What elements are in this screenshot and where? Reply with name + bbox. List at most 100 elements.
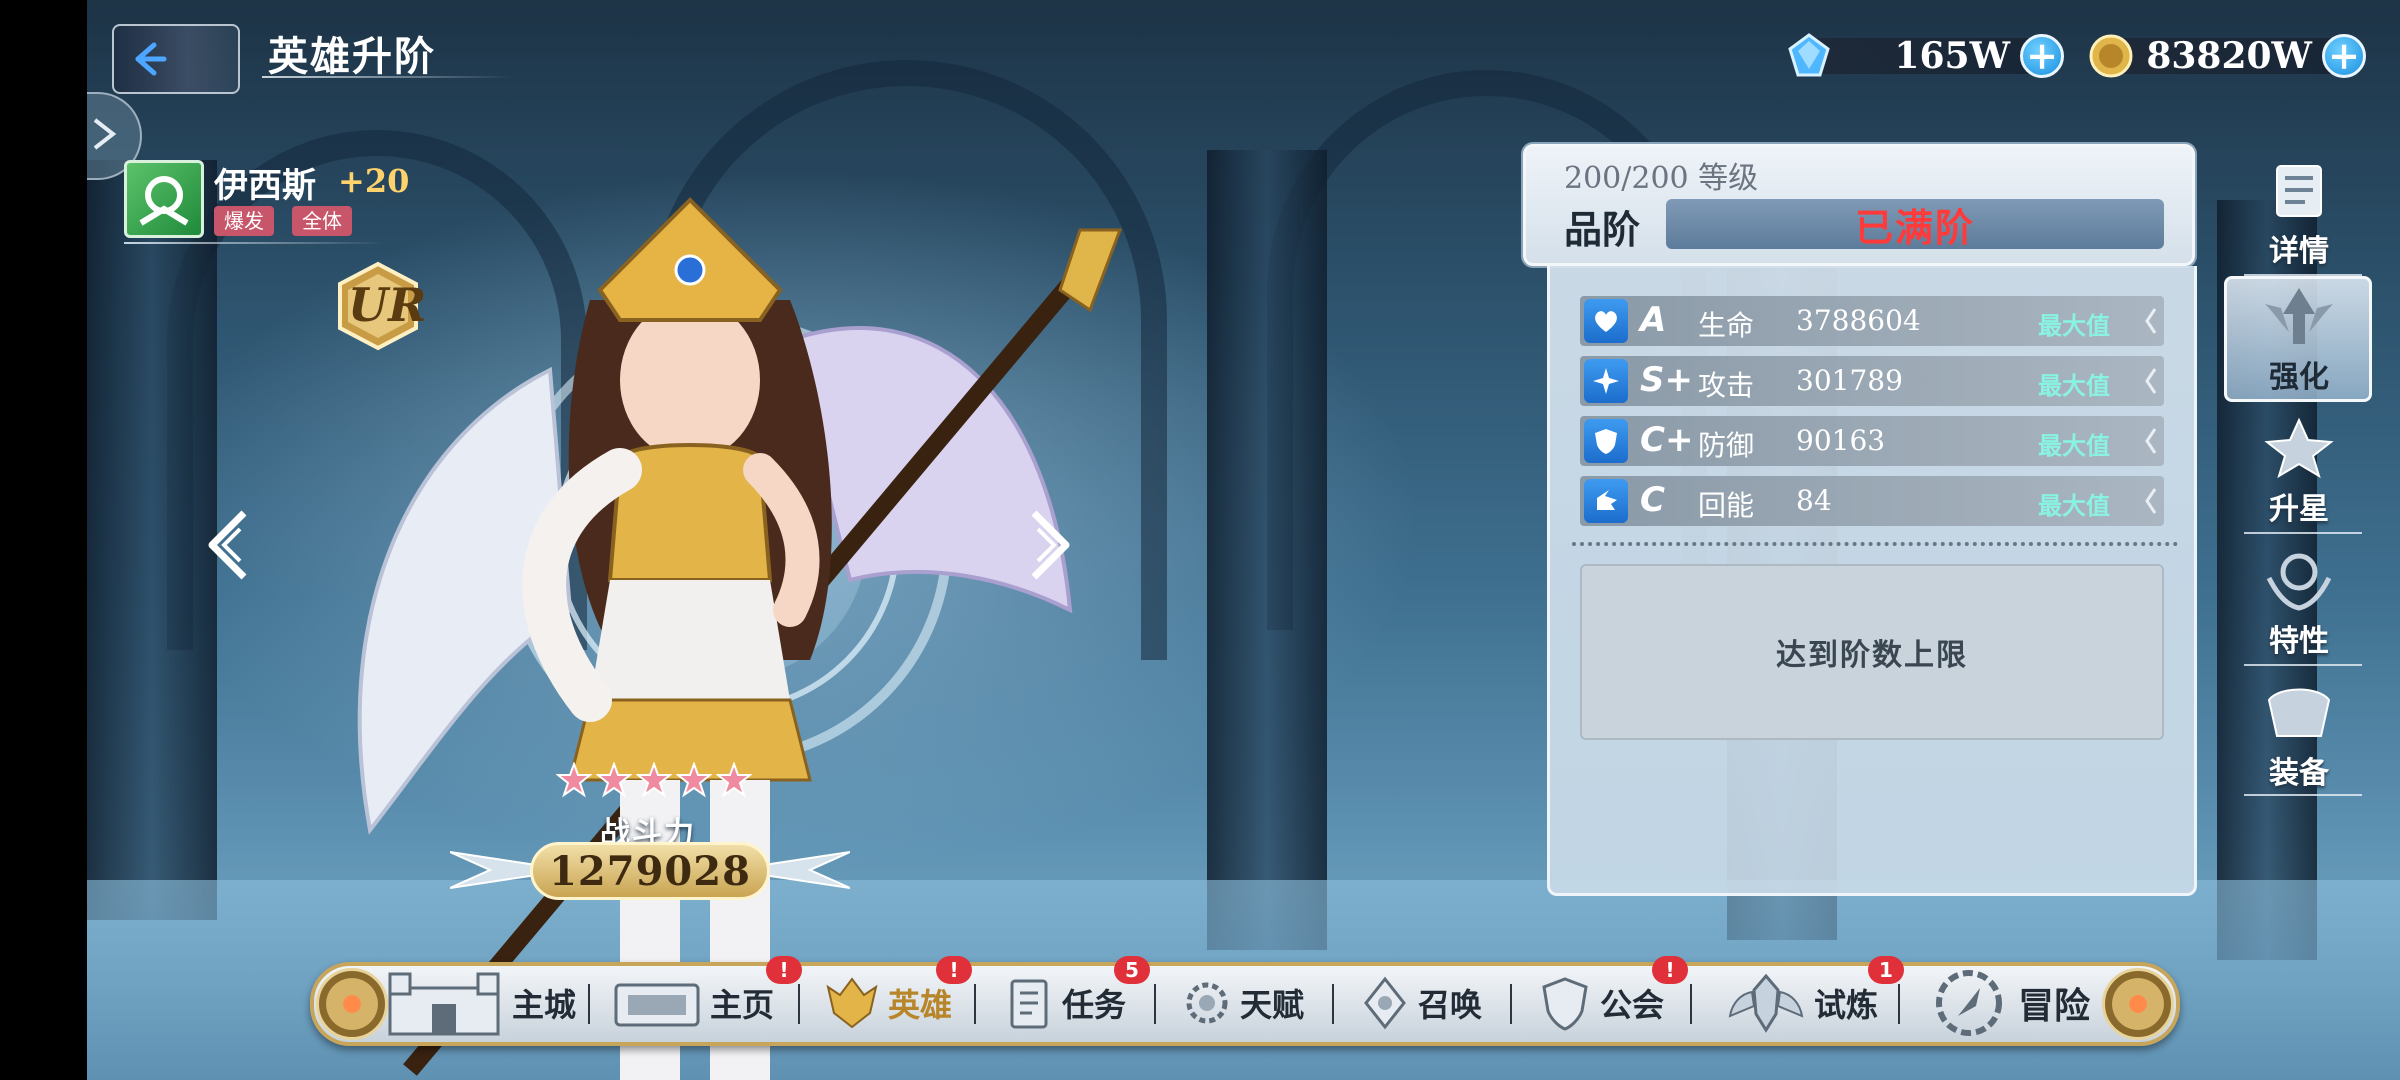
side-nav-details[interactable]: 详情 [2224,150,2374,270]
nav-divider [1154,984,1156,1024]
combat-power-plate: 1279028 [530,842,770,900]
add-gold-button[interactable]: + [2322,34,2366,78]
guild-shield-icon [1542,977,1588,1031]
nav-heroes[interactable]: 英雄 [824,968,952,1038]
armor-icon [2267,688,2331,737]
stat-row-defense: C+ 防御 90163 最大值 [1580,416,2164,466]
nav-home[interactable]: 主页 [612,968,774,1038]
add-diamond-button[interactable]: + [2020,34,2064,78]
chevron-left-icon [2145,308,2157,334]
home-panel-icon [614,983,700,1027]
diamond-currency: 165W + [1784,30,2064,82]
notification-badge: ! [766,956,802,984]
side-nav-equipment[interactable]: 装备 [2224,672,2374,792]
chevron-right-icon [93,118,117,150]
upgrade-limit-text: 达到阶数上限 [1776,638,1968,673]
castle-icon [388,972,500,1036]
nav-label: 公会 [1600,986,1665,1024]
side-nav-divider [2244,794,2362,796]
level-text: 200/200 等级 [1564,161,1759,196]
stat-status: 最大值 [2038,371,2110,400]
stats-panel: A 生命 3788604 最大值 S+ 攻击 301789 最大值 C+ 防御 … [1547,266,2197,896]
grade-label: 品阶 [1564,207,1641,252]
background-pillar [1207,150,1327,950]
notification-badge: 5 [1114,956,1150,984]
nav-main-city[interactable]: 主城 [384,968,576,1038]
grade-bar: 已满阶 [1666,199,2164,250]
nav-divider [588,984,590,1024]
hero-portrait [357,197,1123,1080]
stat-value: 90163 [1796,424,1886,457]
stat-name: 生命 [1698,309,1755,342]
star-icon [716,762,752,798]
side-nav-label: 装备 [2269,756,2329,791]
notification-badge: ! [936,956,972,984]
magnifier-icon [139,176,189,226]
stat-row-energy: C 回能 84 最大值 [1580,476,2164,526]
nav-end-cap-left [316,968,388,1040]
next-hero-button[interactable] [1018,505,1078,585]
hero-class-icon [124,160,204,238]
nav-adventure[interactable]: 冒险 [1928,968,2090,1038]
nav-label: 天赋 [1240,986,1305,1024]
document-icon [2276,165,2322,217]
compass-gear-icon [1936,970,2002,1036]
chevron-left-icon [2145,428,2157,454]
nav-label: 试炼 [1814,986,1879,1024]
scroll-icon [1010,979,1048,1029]
side-nav-divider [2244,664,2362,666]
star-icon [596,762,632,798]
shield-icon [1584,419,1628,463]
stat-name: 防御 [1698,429,1755,462]
stat-row-hp: A 生命 3788604 最大值 [1580,296,2164,346]
nav-divider [1510,984,1512,1024]
gear-icon [1186,982,1228,1024]
diamond-icon [1788,33,1830,77]
title-divider [262,76,512,78]
nav-label: 冒险 [2018,985,2091,1027]
back-button[interactable] [112,24,240,94]
side-nav-traits[interactable]: 特性 [2224,540,2374,660]
stat-row-attack: S+ 攻击 301789 最大值 [1580,356,2164,406]
gold-currency: 83820W + [2086,30,2366,82]
upgrade-limit-box: 达到阶数上限 [1580,564,2164,740]
nav-divider [1898,984,1900,1024]
nav-trial[interactable]: 试炼 [1726,968,1878,1038]
nav-divider [1332,984,1334,1024]
nav-summon[interactable]: 召唤 [1360,968,1482,1038]
stat-grade: C [1640,480,1665,520]
gold-coin-icon [2089,34,2133,78]
nav-divider [798,984,800,1024]
side-nav-label: 强化 [2269,360,2329,395]
nav-label: 主页 [710,986,775,1024]
background-pillar [87,160,217,920]
side-nav-star-up[interactable]: 升星 [2224,408,2374,528]
side-nav-label: 特性 [2269,624,2329,659]
nav-guild[interactable]: 公会 [1538,968,1664,1038]
previous-hero-button[interactable] [200,505,260,585]
page-title: 英雄升阶 [268,33,436,80]
heart-icon [1584,299,1628,343]
arrow-left-icon [135,42,167,76]
summon-crystal-icon [1364,976,1406,1030]
grade-value: 已满阶 [1854,204,1975,250]
stat-status: 最大值 [2038,491,2110,520]
side-nav-divider [2244,532,2362,534]
winged-crest-icon [1728,973,1804,1033]
stat-value: 3788604 [1796,304,1921,337]
nav-label: 任务 [1062,986,1127,1024]
nav-quests[interactable]: 任务 [1004,968,1126,1038]
stat-grade: C+ [1640,420,1694,460]
stat-name: 回能 [1698,489,1755,522]
star-icon [556,762,592,798]
nav-label: 英雄 [888,986,953,1024]
diamond-amount: 165W [1894,35,2010,77]
winged-helmet-icon [826,977,878,1029]
notification-badge: 1 [1868,956,1904,984]
star-icon [676,762,712,798]
stats-divider [1572,542,2178,546]
nav-end-cap-right [2102,968,2174,1040]
side-nav-enhance[interactable]: 强化 [2224,276,2374,396]
nav-talent[interactable]: 天赋 [1182,968,1304,1038]
chevron-left-icon [2145,368,2157,394]
